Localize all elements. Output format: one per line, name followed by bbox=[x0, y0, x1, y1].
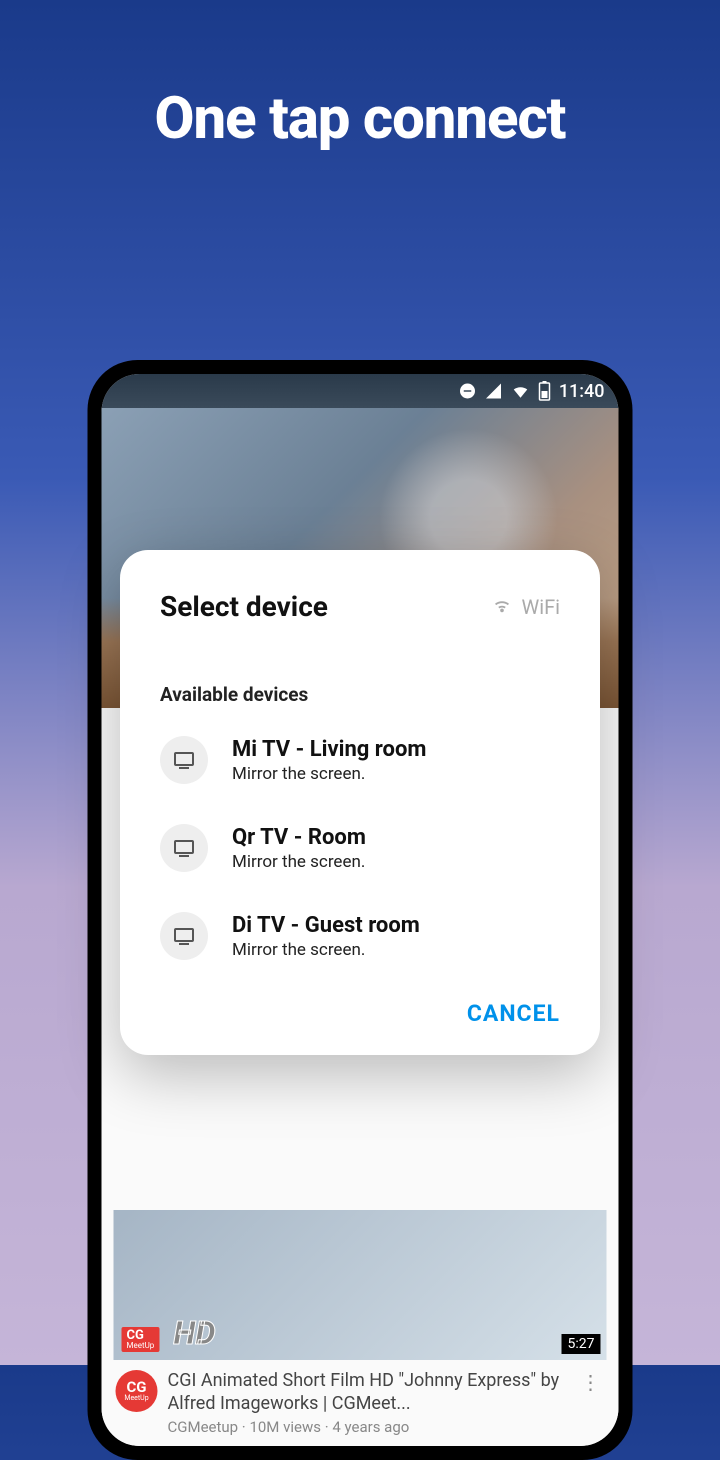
dialog-title: Select device bbox=[160, 590, 328, 623]
video-title[interactable]: CGI Animated Short Film HD "Johnny Expre… bbox=[168, 1370, 567, 1415]
dnd-icon bbox=[459, 382, 477, 400]
hd-badge: HD bbox=[174, 1314, 216, 1352]
video-meta: CGMeetup · 10M views · 4 years ago bbox=[168, 1418, 567, 1436]
select-device-dialog: Select device WiFi Available devices Mi … bbox=[120, 550, 600, 1055]
video-list-item[interactable]: CGMeetUp HD 5:27 CGMeetUp CGI Animated S… bbox=[102, 1210, 619, 1446]
section-label: Available devices bbox=[160, 683, 560, 706]
device-name: Mi TV - Living room bbox=[232, 737, 560, 762]
more-options-icon[interactable]: ⋮ bbox=[577, 1370, 605, 1394]
tv-icon bbox=[160, 824, 208, 872]
status-time: 11:40 bbox=[559, 381, 605, 402]
wifi-icon bbox=[491, 593, 513, 620]
device-name: Di TV - Guest room bbox=[232, 913, 560, 938]
battery-icon bbox=[539, 381, 551, 401]
channel-avatar[interactable]: CGMeetUp bbox=[116, 1370, 158, 1412]
device-name: Qr TV - Room bbox=[232, 825, 560, 850]
channel-badge: CGMeetUp bbox=[122, 1327, 160, 1352]
status-bar: 11:40 bbox=[102, 374, 619, 408]
video-duration: 5:27 bbox=[562, 1334, 601, 1354]
connection-type: WiFi bbox=[491, 593, 560, 620]
device-subtitle: Mirror the screen. bbox=[232, 940, 560, 960]
tv-icon bbox=[160, 912, 208, 960]
hero-title: One tap connect bbox=[0, 85, 720, 153]
device-item-di-tv[interactable]: Di TV - Guest room Mirror the screen. bbox=[160, 912, 560, 960]
device-item-qr-tv[interactable]: Qr TV - Room Mirror the screen. bbox=[160, 824, 560, 872]
cancel-button[interactable]: CANCEL bbox=[467, 1000, 560, 1027]
device-subtitle: Mirror the screen. bbox=[232, 852, 560, 872]
device-item-mi-tv[interactable]: Mi TV - Living room Mirror the screen. bbox=[160, 736, 560, 784]
wifi-icon bbox=[511, 382, 531, 400]
signal-icon bbox=[485, 382, 503, 400]
video-thumbnail[interactable]: CGMeetUp HD 5:27 bbox=[114, 1210, 607, 1360]
tv-icon bbox=[160, 736, 208, 784]
device-subtitle: Mirror the screen. bbox=[232, 764, 560, 784]
